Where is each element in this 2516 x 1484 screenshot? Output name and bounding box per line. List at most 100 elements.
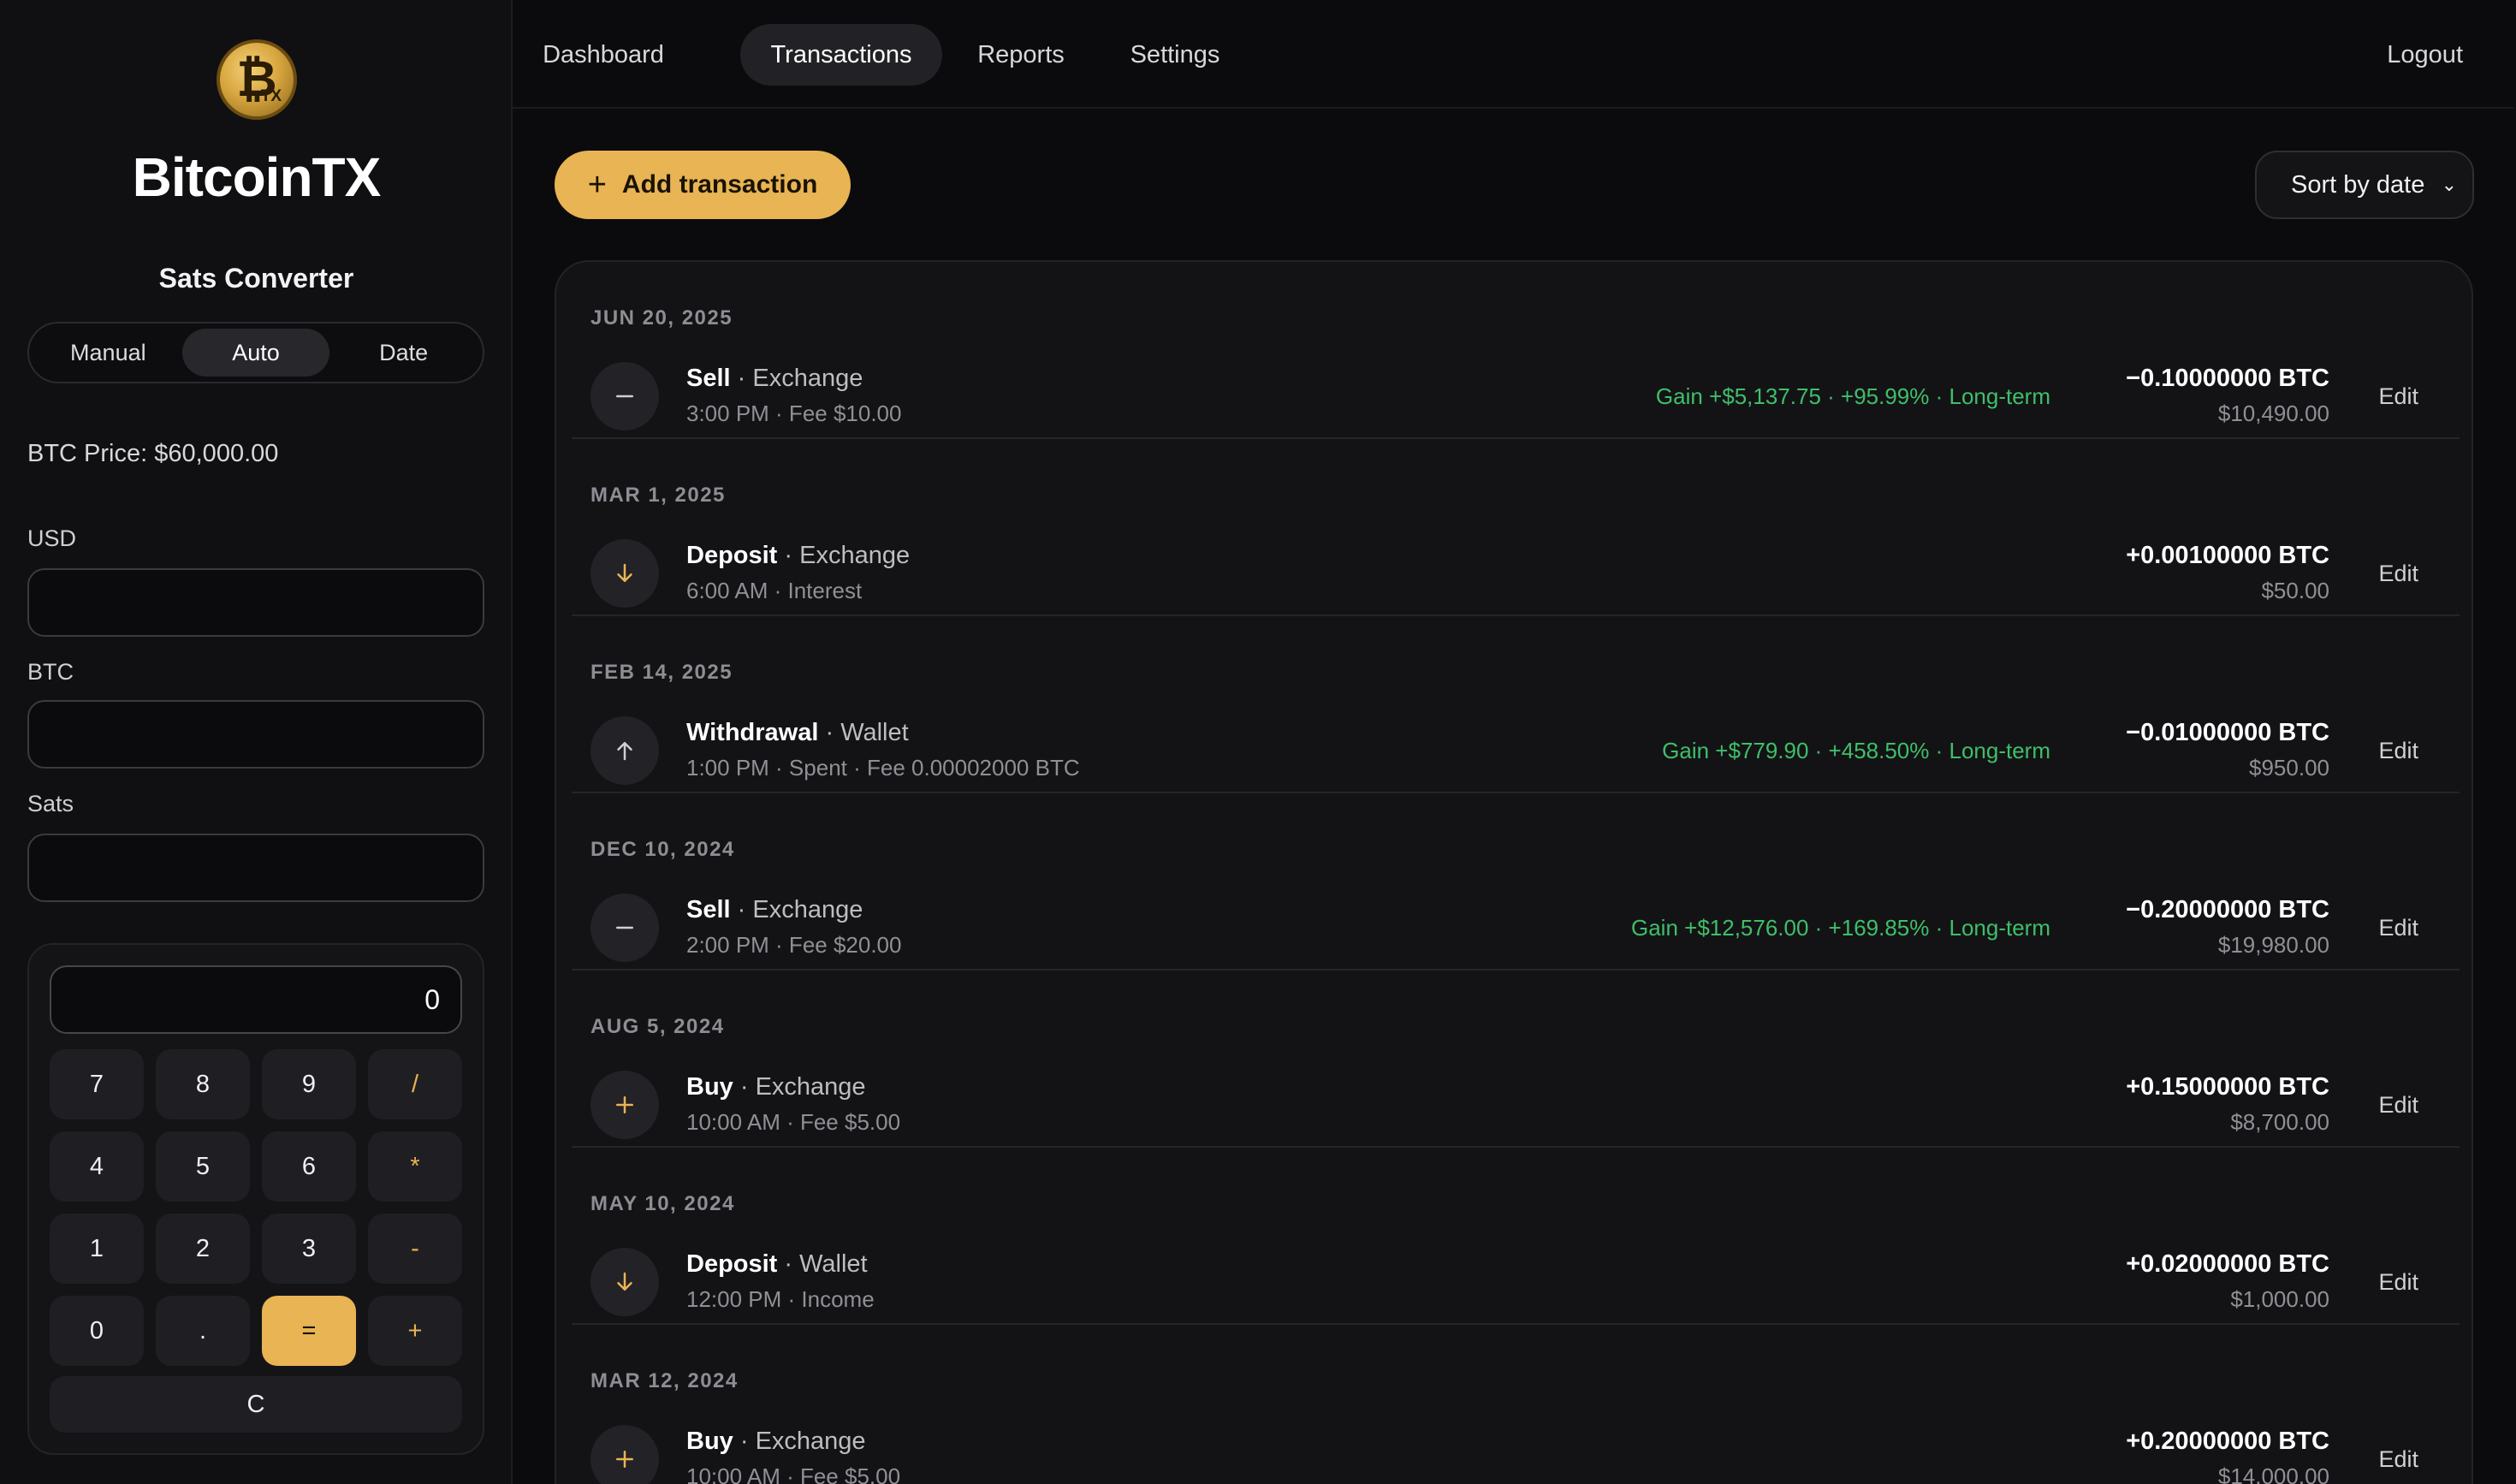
transaction-group: JUN 20, 2025 Sell · Exchange 3:00 PM · F… [572, 262, 2460, 439]
transaction-type: Sell [686, 365, 731, 392]
calc-key-8[interactable]: 8 [156, 1049, 250, 1119]
transaction-date: MAY 10, 2024 [590, 1192, 735, 1215]
app-root: ₿ TX BitcoinTX Sats Converter Manual Aut… [0, 0, 2516, 1484]
sats-label: Sats [27, 791, 74, 816]
transaction-type: Deposit [686, 542, 778, 569]
transaction-gain: Gain +$5,137.75 · +95.99% · Long-term [1655, 383, 2050, 409]
transaction-btc-amount: +0.15000000 BTC [2126, 1073, 2329, 1101]
calc-key-decimal[interactable]: . [156, 1296, 250, 1366]
calc-clear-button[interactable]: C [50, 1376, 462, 1433]
transaction-date: DEC 10, 2024 [590, 838, 735, 861]
transaction-list: JUN 20, 2025 Sell · Exchange 3:00 PM · F… [555, 260, 2473, 1484]
transaction-usd-amount: $1,000.00 [2230, 1286, 2329, 1312]
transaction-usd-amount: $8,700.00 [2230, 1109, 2329, 1135]
transaction-btc-amount: −0.20000000 BTC [2126, 896, 2329, 923]
transaction-title: Sell · Exchange [686, 896, 863, 924]
tab-dashboard[interactable]: Dashboard [531, 24, 675, 86]
transaction-usd-amount: $19,980.00 [2217, 932, 2329, 958]
calculator-keypad: 7 8 9 / 4 5 6 * 1 2 3 - 0 . = + [50, 1049, 462, 1366]
transaction-gain: Gain +$12,576.00 · +169.85% · Long-term [1631, 915, 2050, 941]
sidebar: ₿ TX BitcoinTX Sats Converter Manual Aut… [0, 0, 513, 1484]
calc-key-divide[interactable]: / [368, 1049, 462, 1119]
transaction-title: Withdrawal · Wallet [686, 719, 909, 747]
main-content: Dashboard Transactions Reports Settings … [513, 0, 2516, 1484]
transaction-group: MAR 1, 2025 Deposit · Exchange 6:00 AM ·… [572, 439, 2460, 616]
usd-input[interactable] [27, 568, 484, 637]
transaction-group: FEB 14, 2025 Withdrawal · Wallet 1:00 PM… [572, 616, 2460, 793]
btc-input[interactable] [27, 700, 484, 769]
transaction-type: Deposit [686, 1250, 778, 1278]
calc-key-2[interactable]: 2 [156, 1214, 250, 1284]
calc-key-6[interactable]: 6 [262, 1131, 356, 1202]
calculator: 0 7 8 9 / 4 5 6 * 1 2 3 - 0 . = + C [27, 943, 484, 1455]
transaction-title: Buy · Exchange [686, 1428, 866, 1456]
plus-icon: + [587, 167, 607, 203]
transaction-details: 3:00 PM · Fee $10.00 [686, 401, 902, 426]
converter-mode-toggle: Manual Auto Date [27, 322, 484, 383]
transaction-account: · Wallet [818, 719, 909, 746]
arrow-down-icon [590, 539, 659, 608]
transaction-date: JUN 20, 2025 [590, 306, 733, 329]
transaction-account: · Exchange [730, 896, 863, 923]
edit-transaction-button[interactable]: Edit [2378, 561, 2418, 587]
calc-key-add[interactable]: + [368, 1296, 462, 1366]
usd-label: USD [27, 525, 77, 551]
edit-transaction-button[interactable]: Edit [2378, 1446, 2418, 1473]
mode-date-button[interactable]: Date [329, 329, 478, 377]
transaction-group: AUG 5, 2024 Buy · Exchange 10:00 AM · Fe… [572, 971, 2460, 1148]
transaction-details: 1:00 PM · Spent · Fee 0.00002000 BTC [686, 755, 1080, 781]
transaction-group: MAR 12, 2024 Buy · Exchange 10:00 AM · F… [572, 1325, 2460, 1484]
calc-key-0[interactable]: 0 [50, 1296, 144, 1366]
edit-transaction-button[interactable]: Edit [2378, 383, 2418, 410]
transaction-date: MAR 12, 2024 [590, 1369, 739, 1392]
edit-transaction-button[interactable]: Edit [2378, 1269, 2418, 1296]
transaction-btc-amount: −0.01000000 BTC [2126, 719, 2329, 746]
transaction-btc-amount: +0.00100000 BTC [2126, 542, 2329, 569]
tab-reports[interactable]: Reports [954, 24, 1088, 86]
transaction-account: · Exchange [733, 1073, 866, 1101]
transaction-account: · Wallet [777, 1250, 868, 1278]
calc-key-9[interactable]: 9 [262, 1049, 356, 1119]
transaction-title: Buy · Exchange [686, 1073, 866, 1101]
edit-transaction-button[interactable]: Edit [2378, 915, 2418, 941]
mode-auto-button[interactable]: Auto [181, 329, 330, 377]
edit-transaction-button[interactable]: Edit [2378, 1092, 2418, 1119]
transaction-account: · Exchange [777, 542, 911, 569]
transaction-account: · Exchange [730, 365, 863, 392]
transaction-date: MAR 1, 2025 [590, 484, 726, 507]
plus-icon [590, 1071, 659, 1139]
sort-select[interactable]: Sort by date ⌄ [2255, 151, 2474, 219]
calculator-display: 0 [50, 965, 462, 1034]
calc-key-multiply[interactable]: * [368, 1131, 462, 1202]
transaction-group: MAY 10, 2024 Deposit · Wallet 12:00 PM ·… [572, 1148, 2460, 1325]
chevron-down-icon: ⌄ [2441, 174, 2457, 195]
transaction-usd-amount: $14,000.00 [2217, 1463, 2329, 1484]
transaction-btc-amount: −0.10000000 BTC [2126, 365, 2329, 392]
sats-input[interactable] [27, 834, 484, 902]
add-transaction-button[interactable]: + Add transaction [555, 151, 851, 219]
edit-transaction-button[interactable]: Edit [2378, 738, 2418, 764]
calc-key-subtract[interactable]: - [368, 1214, 462, 1284]
calc-key-3[interactable]: 3 [262, 1214, 356, 1284]
transaction-btc-amount: +0.20000000 BTC [2126, 1428, 2329, 1455]
transaction-gain: Gain +$779.90 · +458.50% · Long-term [1662, 738, 2050, 763]
bitcoin-logo-icon: ₿ TX [217, 39, 297, 120]
minus-icon [590, 362, 659, 430]
logout-button[interactable]: Logout [2387, 24, 2463, 86]
calc-key-equals[interactable]: = [262, 1296, 356, 1366]
calc-key-7[interactable]: 7 [50, 1049, 144, 1119]
transaction-type: Buy [686, 1073, 733, 1101]
tab-settings[interactable]: Settings [1107, 24, 1243, 86]
calc-key-5[interactable]: 5 [156, 1131, 250, 1202]
transaction-btc-amount: +0.02000000 BTC [2126, 1250, 2329, 1278]
transaction-date: FEB 14, 2025 [590, 661, 733, 684]
transaction-details: 2:00 PM · Fee $20.00 [686, 932, 902, 958]
calc-key-4[interactable]: 4 [50, 1131, 144, 1202]
transaction-group: DEC 10, 2024 Sell · Exchange 2:00 PM · F… [572, 793, 2460, 971]
transaction-title: Deposit · Exchange [686, 542, 910, 570]
tab-transactions[interactable]: Transactions [740, 24, 942, 86]
mode-manual-button[interactable]: Manual [34, 329, 182, 377]
calc-key-1[interactable]: 1 [50, 1214, 144, 1284]
transaction-type: Sell [686, 896, 731, 923]
transaction-details: 10:00 AM · Fee $5.00 [686, 1463, 901, 1484]
